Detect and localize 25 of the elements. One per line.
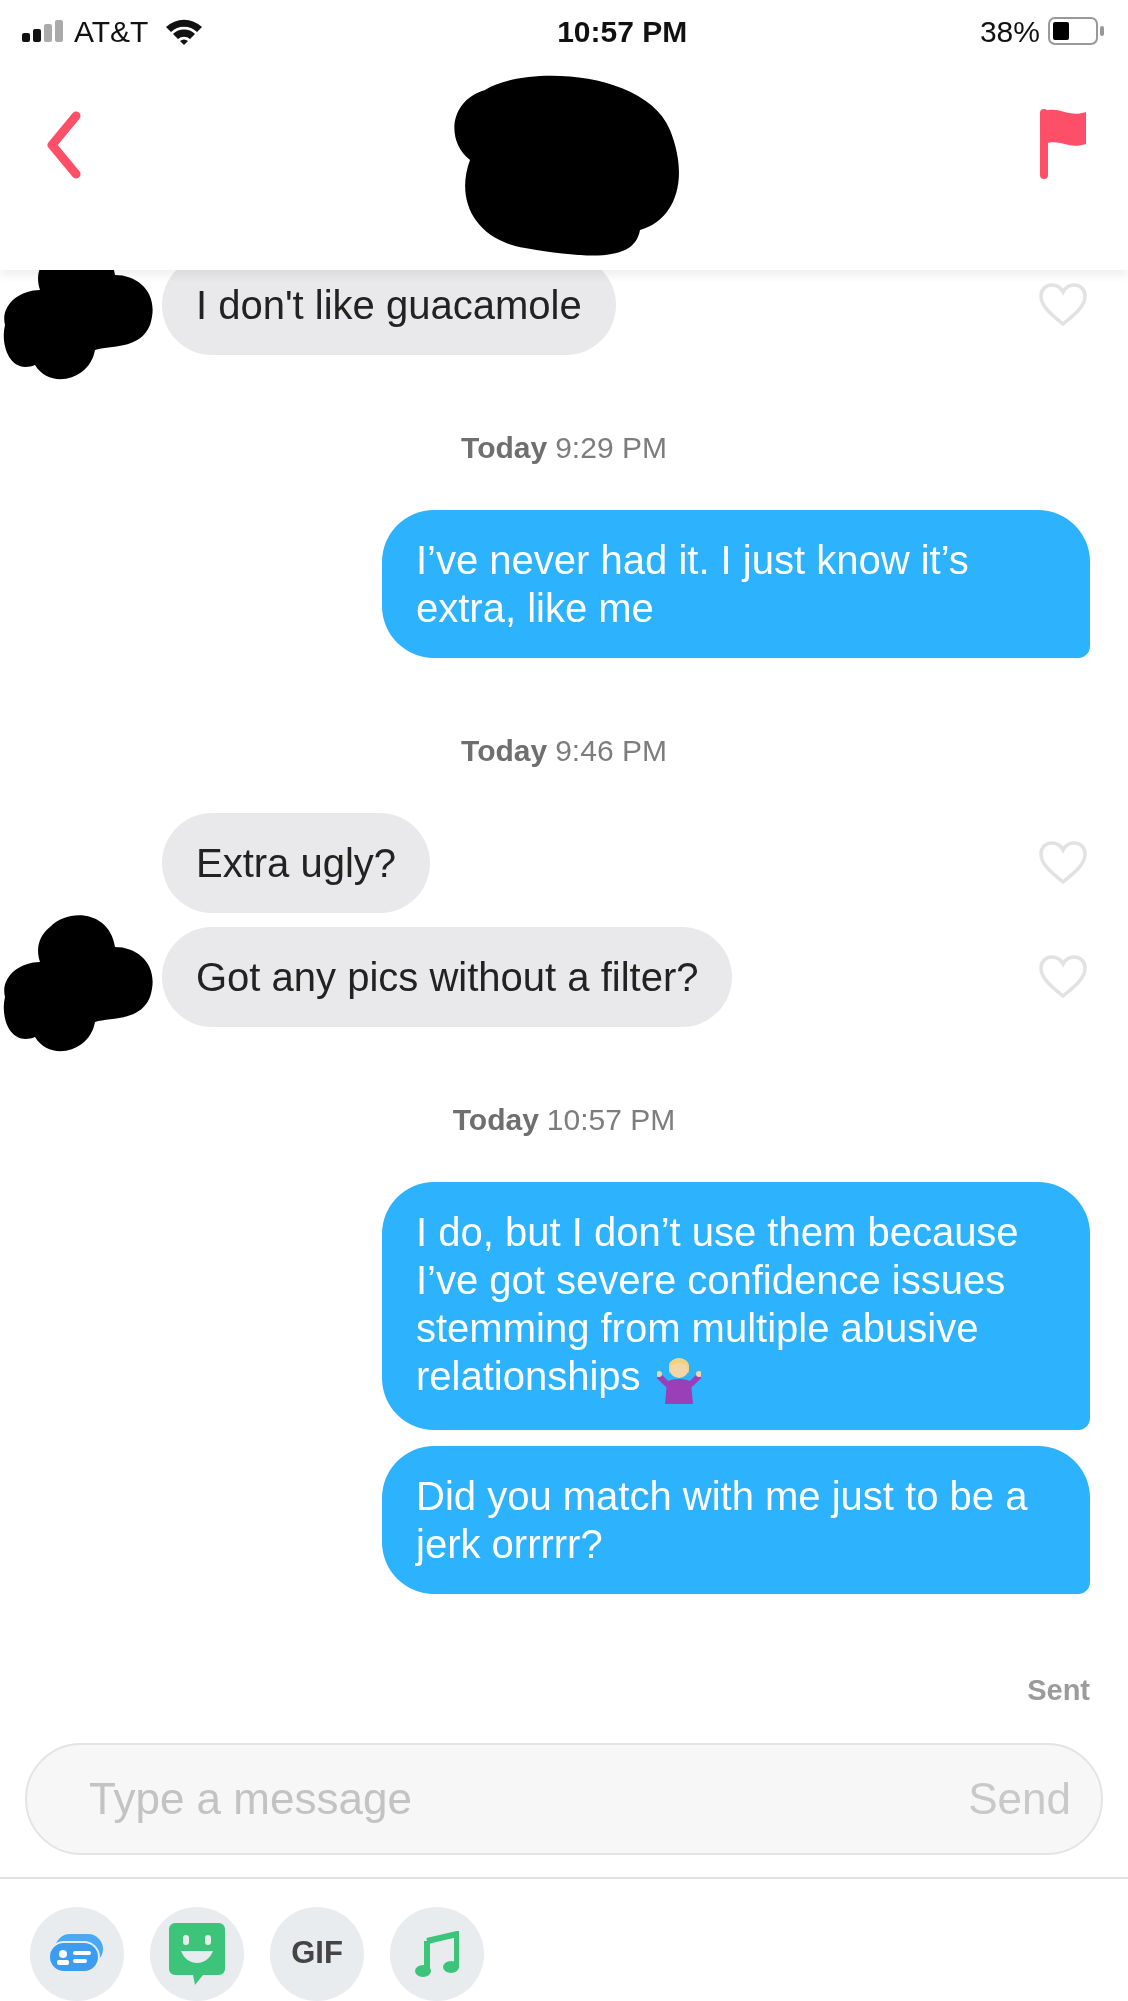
delivery-status: Sent	[1027, 1674, 1090, 1706]
message-timestamp: 9:29 PM	[555, 431, 667, 464]
carrier-name: AT&T	[74, 13, 149, 50]
clock-time: 10:57 PM	[557, 13, 688, 50]
heart-icon[interactable]	[1038, 283, 1088, 327]
message-timestamp: 10:57 PM	[546, 1103, 676, 1136]
message-bubble: Extra ugly?	[162, 813, 431, 913]
heart-icon[interactable]	[1038, 955, 1088, 999]
flag-icon[interactable]	[1038, 106, 1088, 181]
message-bubble: I’ve never had it. I just know it’s extra, like me	[382, 510, 1090, 658]
message-bubble: Did you match with me just to be a jerk orrrrr?	[382, 1446, 1090, 1595]
battery-percent: 38%	[979, 13, 1040, 50]
message-timestamp: Today	[452, 1103, 539, 1136]
signal-icon	[22, 20, 66, 42]
music-note-icon	[415, 1930, 459, 1977]
battery-icon	[1048, 17, 1106, 45]
message-timestamp: Today	[461, 431, 548, 464]
heart-icon[interactable]	[1038, 841, 1088, 885]
message-timestamp: 9:46 PM	[555, 734, 667, 767]
wifi-icon	[164, 17, 205, 45]
message-bubble: Got any pics without a filter?	[162, 927, 733, 1027]
smiley-sticker-icon	[169, 1922, 225, 1985]
message-timestamp: Today	[461, 734, 548, 767]
message-bubble: I do, but I don’t use them because I’ve got severe confidence issues stemming from multiple abusive relationships	[382, 1182, 1090, 1431]
gif-button[interactable]: GIF	[270, 1906, 364, 2001]
